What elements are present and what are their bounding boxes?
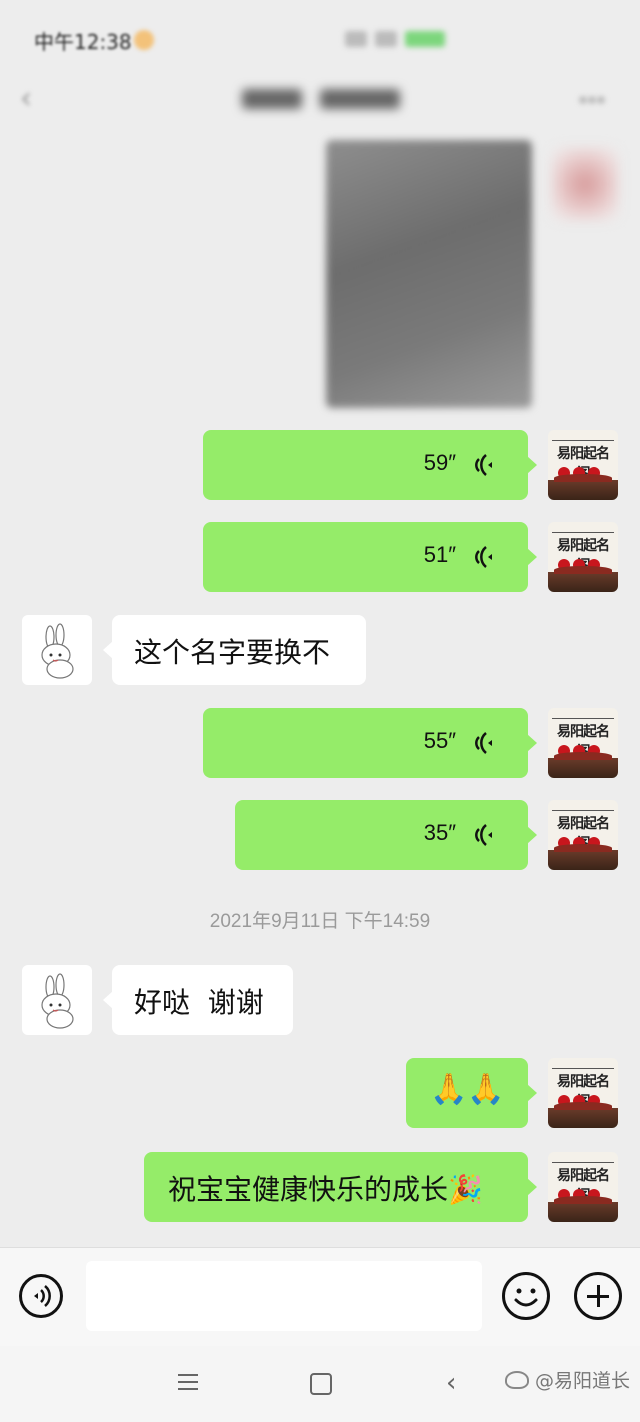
- voice-duration: 59″: [423, 450, 456, 475]
- smiley-icon: [514, 1288, 538, 1307]
- voice-message[interactable]: 59″: [203, 430, 537, 500]
- message-text: 🙏🙏: [430, 1072, 505, 1107]
- back-arrow-icon[interactable]: ‹: [20, 84, 50, 114]
- menu-icon[interactable]: [178, 1374, 198, 1390]
- sender-avatar[interactable]: 易阳起名阁: [548, 1152, 618, 1222]
- sender-avatar[interactable]: 易阳起名阁: [548, 800, 618, 870]
- voice-duration: 55″: [423, 728, 456, 753]
- more-options-icon[interactable]: [580, 88, 610, 112]
- avatar-blurred[interactable]: [552, 148, 618, 220]
- image-message-blurred[interactable]: [326, 140, 532, 408]
- voice-wave-icon: [475, 546, 492, 568]
- message-text: 好哒 谢谢: [134, 986, 264, 1019]
- system-nav-bar: ‹ @易阳道长: [0, 1346, 640, 1422]
- sender-avatar[interactable]: 易阳起名阁: [548, 430, 618, 500]
- weibo-icon: [504, 1370, 529, 1389]
- bunny-avatar-icon: [41, 973, 74, 1029]
- message-text: 这个名字要换不: [134, 636, 331, 669]
- back-chevron-icon[interactable]: ‹: [446, 1368, 456, 1398]
- contact-avatar[interactable]: [22, 615, 92, 685]
- text-message[interactable]: 好哒 谢谢: [103, 965, 293, 1035]
- contact-avatar[interactable]: [22, 965, 92, 1035]
- battery-icon: [405, 30, 445, 47]
- notification-icon: [134, 30, 154, 50]
- wifi-icon: [375, 30, 397, 47]
- emoji-message[interactable]: 🙏🙏: [406, 1058, 537, 1128]
- voice-input-button[interactable]: [19, 1274, 63, 1318]
- voice-wave-icon: [34, 1285, 51, 1307]
- sender-avatar[interactable]: 易阳起名阁: [548, 1058, 618, 1128]
- home-icon[interactable]: [310, 1373, 332, 1395]
- watermark: @易阳道长: [504, 1366, 630, 1393]
- bunny-avatar-icon: [41, 623, 74, 679]
- sender-avatar[interactable]: 易阳起名阁: [548, 522, 618, 592]
- sender-avatar[interactable]: 易阳起名阁: [548, 708, 618, 778]
- voice-duration: 35″: [423, 820, 456, 845]
- message-text: 祝宝宝健康快乐的成长🎉: [168, 1173, 483, 1206]
- status-bar: 中午12:38: [0, 0, 640, 70]
- voice-wave-icon: [475, 454, 492, 476]
- voice-message[interactable]: 55″: [203, 708, 537, 778]
- voice-duration: 51″: [423, 542, 456, 567]
- text-message[interactable]: 祝宝宝健康快乐的成长🎉: [144, 1152, 537, 1222]
- text-message[interactable]: 这个名字要换不: [103, 615, 366, 685]
- message-input[interactable]: [86, 1261, 482, 1331]
- emoji-button[interactable]: [502, 1272, 550, 1320]
- voice-wave-icon: [475, 824, 492, 846]
- signal-icon: [345, 30, 367, 47]
- chat-title: [226, 82, 416, 118]
- voice-message[interactable]: 35″: [235, 800, 537, 870]
- voice-wave-icon: [475, 732, 492, 754]
- message-timestamp: 2021年9月11日 下午14:59: [209, 911, 431, 932]
- input-bar: [0, 1247, 640, 1346]
- more-actions-button[interactable]: [574, 1272, 622, 1320]
- chat-header: ‹: [0, 70, 640, 130]
- status-icons: [345, 28, 495, 50]
- status-time: 中午12:38: [34, 30, 132, 54]
- voice-message[interactable]: 51″: [203, 522, 537, 592]
